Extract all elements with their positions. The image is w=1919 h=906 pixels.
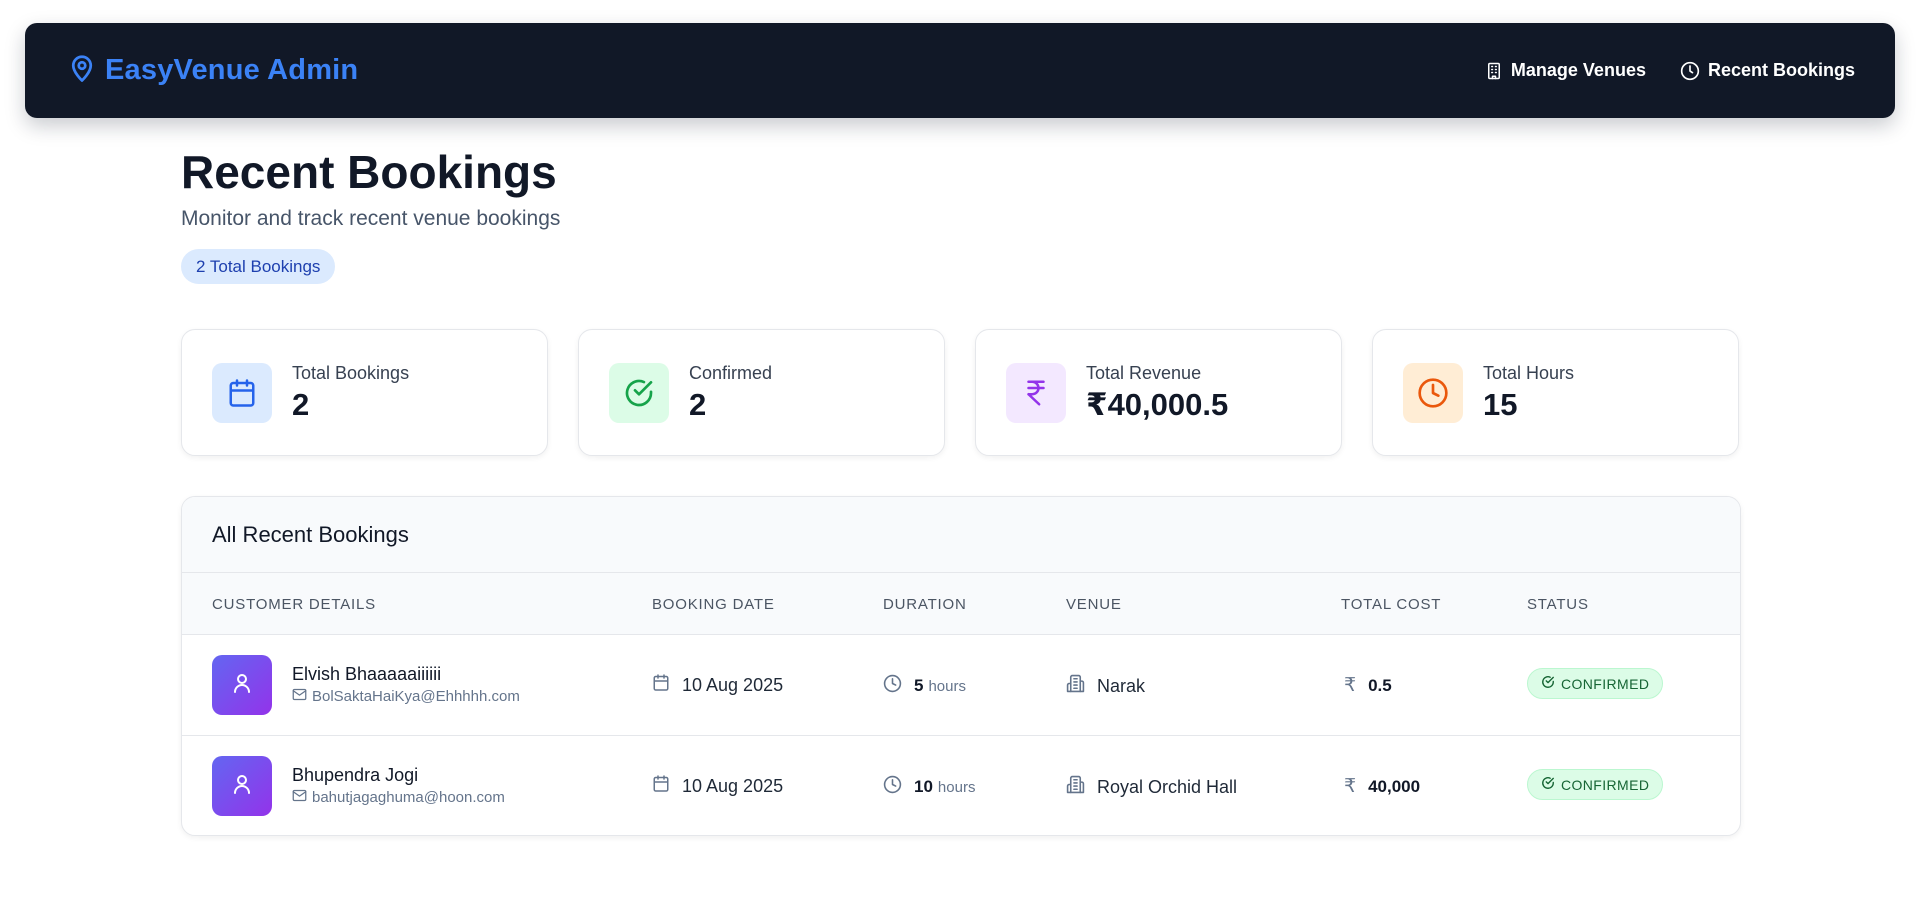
booking-date-cell: 10 Aug 2025 (652, 774, 783, 798)
rupee-icon: ₹ (1344, 675, 1357, 696)
building-icon (1485, 61, 1503, 81)
brand-logo[interactable]: EasyVenue Admin (67, 51, 358, 90)
clock-icon (1680, 61, 1700, 81)
user-avatar (212, 756, 272, 816)
total-cost-cell: ₹ 0.5 (1344, 674, 1392, 697)
venue-name: Narak (1097, 675, 1146, 696)
rupee-icon (1006, 362, 1066, 423)
top-navbar: EasyVenue Admin Manage Venues Recent Boo… (25, 23, 1895, 118)
status-cell: CONFIRMED (1527, 668, 1664, 699)
calendar-icon (652, 774, 670, 798)
stat-label: Total Bookings (292, 363, 410, 383)
stat-card-total-bookings: Total Bookings 2 (181, 329, 548, 456)
bookings-table-card: All Recent Bookings CUSTOMER DETAILS BOO… (181, 496, 1741, 836)
table-header-bar: All Recent Bookings (182, 497, 1740, 573)
clock-icon (883, 775, 902, 799)
status-badge: CONFIRMED (1527, 668, 1664, 699)
booking-date-cell: 10 Aug 2025 (652, 673, 783, 697)
building-icon (1066, 674, 1085, 698)
stat-value: 2 (292, 387, 310, 422)
status-label: CONFIRMED (1561, 675, 1650, 692)
mail-icon (292, 688, 307, 705)
table-title: All Recent Bookings (212, 521, 409, 547)
nav-manage-venues[interactable]: Manage Venues (1485, 60, 1646, 81)
venue-cell: Royal Orchid Hall (1066, 775, 1237, 799)
clock-icon (883, 674, 902, 698)
stats-row: Total Bookings 2 Confirmed 2 Total Reven… (181, 329, 1741, 456)
check-circle-icon (1541, 675, 1555, 692)
table-column-headers: CUSTOMER DETAILS BOOKING DATE DURATION V… (182, 573, 1740, 635)
column-header-date: BOOKING DATE (652, 596, 775, 613)
mail-icon (292, 789, 307, 806)
booking-date: 10 Aug 2025 (682, 775, 784, 796)
duration-value: 10 (914, 777, 933, 796)
check-circle-icon (609, 362, 669, 423)
calendar-icon (212, 362, 272, 423)
stat-label: Total Revenue (1086, 363, 1202, 383)
duration-cell: 5 hours (883, 674, 966, 698)
customer-name: Bhupendra Jogi (292, 765, 419, 785)
page-header: Recent Bookings Monitor and track recent… (181, 145, 1741, 284)
nav-recent-bookings[interactable]: Recent Bookings (1680, 60, 1855, 81)
duration-cell: 10 hours (883, 775, 975, 799)
calendar-icon (652, 673, 670, 697)
stat-label: Total Hours (1483, 363, 1575, 383)
customer-email: bahutjagaghuma@hoon.com (292, 789, 505, 806)
customer-email-text: bahutjagaghuma@hoon.com (312, 789, 505, 806)
column-header-cost: TOTAL COST (1341, 596, 1442, 613)
user-icon (230, 772, 254, 801)
user-icon (230, 671, 254, 700)
nav-links: Manage Venues Recent Bookings (1485, 60, 1855, 81)
stat-value: ₹40,000.5 (1086, 387, 1229, 422)
map-pin-icon (67, 51, 97, 90)
venue-name: Royal Orchid Hall (1097, 776, 1238, 797)
page-subtitle: Monitor and track recent venue bookings (181, 207, 561, 230)
clock-icon (1403, 362, 1463, 423)
total-cost: 0.5 (1368, 675, 1392, 695)
customer-email-text: BolSaktaHaiKya@Ehhhhh.com (312, 688, 520, 705)
status-badge: CONFIRMED (1527, 769, 1664, 800)
check-circle-icon (1541, 776, 1555, 793)
stat-label: Confirmed (689, 363, 773, 383)
column-header-status: STATUS (1527, 596, 1589, 613)
duration-value: 5 (914, 676, 924, 695)
page-title: Recent Bookings (181, 146, 557, 198)
total-bookings-badge: 2 Total Bookings (181, 249, 336, 284)
duration-unit: hours (928, 677, 966, 695)
total-cost: 40,000 (1368, 776, 1421, 796)
stat-card-total-revenue: Total Revenue ₹40,000.5 (975, 329, 1342, 456)
status-label: CONFIRMED (1561, 776, 1650, 793)
total-cost-cell: ₹ 40,000 (1344, 775, 1420, 798)
booking-date: 10 Aug 2025 (682, 674, 784, 695)
stat-value: 2 (689, 387, 707, 422)
stat-value: 15 (1483, 387, 1518, 422)
column-header-duration: DURATION (883, 596, 967, 613)
user-avatar (212, 655, 272, 715)
table-row[interactable]: Bhupendra Jogi bahutjagaghuma@hoon.com 1… (182, 736, 1740, 835)
column-header-customer: CUSTOMER DETAILS (212, 596, 376, 613)
rupee-icon: ₹ (1344, 776, 1357, 797)
customer-email: BolSaktaHaiKya@Ehhhhh.com (292, 688, 520, 705)
stat-card-total-hours: Total Hours 15 (1372, 329, 1739, 456)
duration-unit: hours (937, 778, 976, 796)
nav-manage-venues-label: Manage Venues (1510, 60, 1646, 80)
building-icon (1066, 775, 1085, 799)
status-cell: CONFIRMED (1527, 769, 1664, 800)
table-row[interactable]: Elvish Bhaaaaaiiiiii BolSaktaHaiKya@Ehhh… (182, 635, 1740, 736)
stat-card-confirmed: Confirmed 2 (578, 329, 945, 456)
nav-recent-bookings-label: Recent Bookings (1707, 60, 1855, 80)
column-header-venue: VENUE (1066, 596, 1122, 613)
venue-cell: Narak (1066, 674, 1145, 698)
brand-title: EasyVenue Admin (105, 54, 359, 86)
customer-name: Elvish Bhaaaaaiiiiii (292, 664, 442, 684)
